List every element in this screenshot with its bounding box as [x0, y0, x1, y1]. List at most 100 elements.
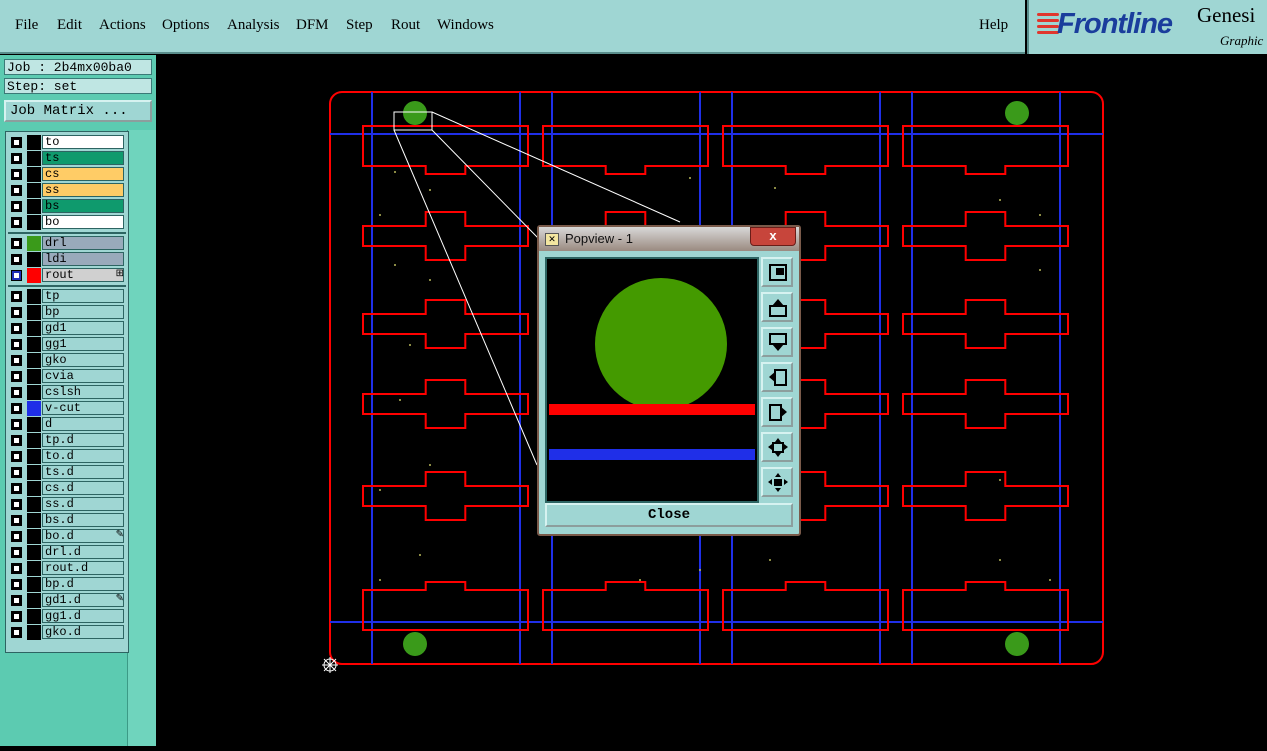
layer-name[interactable]: to.d — [42, 449, 124, 463]
layer-color-swatch[interactable] — [27, 252, 41, 267]
layer-row-cs[interactable]: cs — [8, 167, 126, 182]
menu-actions[interactable]: Actions — [99, 17, 146, 34]
layer-checkbox[interactable] — [11, 254, 22, 265]
layer-name[interactable]: bo — [42, 215, 124, 229]
layer-name[interactable]: cvia — [42, 369, 124, 383]
layer-row-cslsh[interactable]: cslsh — [8, 385, 126, 400]
layer-color-swatch[interactable] — [27, 199, 41, 214]
layer-checkbox[interactable] — [11, 355, 22, 366]
layer-name[interactable]: cs — [42, 167, 124, 181]
layer-row-ss[interactable]: ss — [8, 183, 126, 198]
layer-name[interactable]: gd1 — [42, 321, 124, 335]
layer-row-v-cut[interactable]: v-cut — [8, 401, 126, 416]
layer-row-to-d[interactable]: to.d — [8, 449, 126, 464]
layer-checkbox[interactable] — [11, 201, 22, 212]
layer-checkbox[interactable] — [11, 467, 22, 478]
menu-windows[interactable]: Windows — [437, 17, 494, 34]
layer-name[interactable]: rout — [42, 268, 124, 282]
layer-checkbox[interactable] — [11, 387, 22, 398]
layer-color-swatch[interactable] — [27, 465, 41, 480]
layer-checkbox[interactable] — [11, 483, 22, 494]
layer-checkbox[interactable] — [11, 185, 22, 196]
close-button[interactable]: Close — [545, 503, 793, 527]
layer-color-swatch[interactable] — [27, 337, 41, 352]
layer-row-cvia[interactable]: cvia — [8, 369, 126, 384]
layer-checkbox[interactable] — [11, 611, 22, 622]
layer-checkbox[interactable] — [11, 307, 22, 318]
zoom-out-button[interactable] — [761, 432, 793, 462]
layer-row-tp[interactable]: tp — [8, 289, 126, 304]
layer-checkbox[interactable] — [11, 579, 22, 590]
layer-row-gd1-d[interactable]: gd1.d ✎ — [8, 593, 126, 608]
layer-color-swatch[interactable] — [27, 561, 41, 576]
layer-name[interactable]: drl — [42, 236, 124, 250]
layer-color-swatch[interactable] — [27, 417, 41, 432]
layer-color-swatch[interactable] — [27, 183, 41, 198]
layer-name[interactable]: gg1.d — [42, 609, 124, 623]
layer-name[interactable]: to — [42, 135, 124, 149]
zoom-in-button[interactable] — [761, 467, 793, 497]
layer-checkbox[interactable] — [11, 371, 22, 382]
pan-down-button[interactable] — [761, 327, 793, 357]
layer-name[interactable]: ss — [42, 183, 124, 197]
layer-color-swatch[interactable] — [27, 167, 41, 182]
menu-analysis[interactable]: Analysis — [227, 17, 280, 34]
layer-color-swatch[interactable] — [27, 151, 41, 166]
menu-edit[interactable]: Edit — [57, 17, 82, 34]
layer-name[interactable]: bp — [42, 305, 124, 319]
layer-name[interactable]: bs.d — [42, 513, 124, 527]
layer-name[interactable]: v-cut — [42, 401, 124, 415]
layer-name[interactable]: bo.d — [42, 529, 124, 543]
layer-row-rout[interactable]: rout ⊞ — [8, 268, 126, 283]
layer-color-swatch[interactable] — [27, 449, 41, 464]
layer-row-cs-d[interactable]: cs.d — [8, 481, 126, 496]
layer-checkbox[interactable] — [11, 403, 22, 414]
layer-checkbox[interactable] — [11, 169, 22, 180]
menu-step[interactable]: Step — [346, 17, 373, 34]
layer-row-bo[interactable]: bo — [8, 215, 126, 230]
layer-name[interactable]: cs.d — [42, 481, 124, 495]
layer-color-swatch[interactable] — [27, 577, 41, 592]
job-matrix-button[interactable]: Job Matrix ... — [4, 100, 152, 122]
layer-name[interactable]: tp — [42, 289, 124, 303]
layer-name[interactable]: bs — [42, 199, 124, 213]
layer-name[interactable]: cslsh — [42, 385, 124, 399]
layer-row-bs-d[interactable]: bs.d — [8, 513, 126, 528]
layer-name[interactable]: gko — [42, 353, 124, 367]
layer-color-swatch[interactable] — [27, 289, 41, 304]
layer-color-swatch[interactable] — [27, 529, 41, 544]
layer-color-swatch[interactable] — [27, 609, 41, 624]
layer-row-tp-d[interactable]: tp.d — [8, 433, 126, 448]
layer-checkbox[interactable] — [11, 499, 22, 510]
layer-checkbox[interactable] — [11, 595, 22, 606]
layer-color-swatch[interactable] — [27, 385, 41, 400]
layer-row-ldi[interactable]: ldi — [8, 252, 126, 267]
layer-name[interactable]: ldi — [42, 252, 124, 266]
layer-row-ts-d[interactable]: ts.d — [8, 465, 126, 480]
layer-name[interactable]: drl.d — [42, 545, 124, 559]
layer-color-swatch[interactable] — [27, 215, 41, 230]
layer-color-swatch[interactable] — [27, 497, 41, 512]
layer-checkbox[interactable] — [11, 451, 22, 462]
layer-name[interactable]: d — [42, 417, 124, 431]
layer-row-gko-d[interactable]: gko.d — [8, 625, 126, 640]
menu-options[interactable]: Options — [162, 17, 210, 34]
layer-row-bo-d[interactable]: bo.d ✎ — [8, 529, 126, 544]
layer-row-gg1[interactable]: gg1 — [8, 337, 126, 352]
layer-row-d[interactable]: d — [8, 417, 126, 432]
layer-row-bp[interactable]: bp — [8, 305, 126, 320]
layer-row-gd1[interactable]: gd1 — [8, 321, 126, 336]
layer-name[interactable]: gko.d — [42, 625, 124, 639]
layer-color-swatch[interactable] — [27, 305, 41, 320]
layer-color-swatch[interactable] — [27, 513, 41, 528]
layer-color-swatch[interactable] — [27, 625, 41, 640]
layer-color-swatch[interactable] — [27, 236, 41, 251]
layer-checkbox[interactable] — [11, 627, 22, 638]
layer-checkbox[interactable] — [11, 563, 22, 574]
layer-row-gko[interactable]: gko — [8, 353, 126, 368]
layer-name[interactable]: gd1.d — [42, 593, 124, 607]
layer-name[interactable]: tp.d — [42, 433, 124, 447]
layer-row-gg1-d[interactable]: gg1.d — [8, 609, 126, 624]
pan-up-button[interactable] — [761, 292, 793, 322]
layer-checkbox[interactable] — [11, 291, 22, 302]
